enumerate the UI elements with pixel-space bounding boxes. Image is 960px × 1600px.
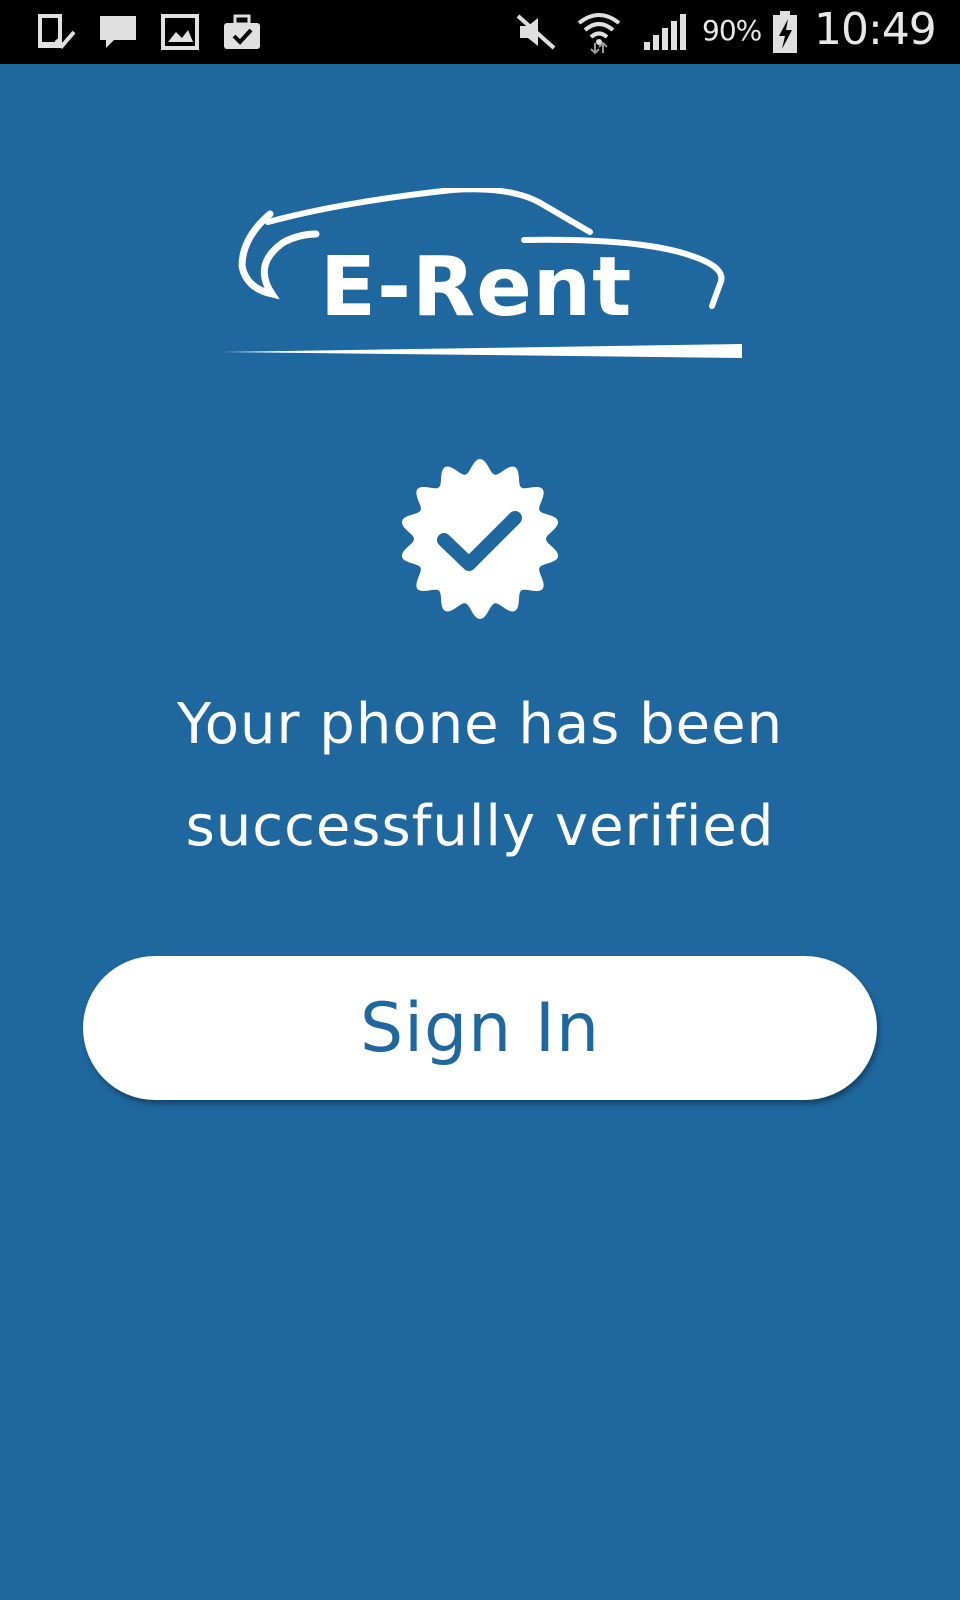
mute-icon (512, 0, 560, 64)
message-icon (96, 0, 140, 64)
clock: 10:49 (814, 4, 937, 55)
message-line-1: Your phone has been (176, 692, 784, 757)
status-bar: 90% 10:49 (0, 0, 960, 64)
sign-in-button[interactable]: Sign In (83, 956, 877, 1100)
verification-message: Your phone has been successfully verifie… (80, 674, 880, 878)
wifi-icon (574, 0, 624, 64)
logo-text: E-Rent (320, 240, 633, 335)
signal-icon (640, 0, 690, 64)
sign-in-label: Sign In (359, 988, 601, 1068)
e-rent-logo: E-Rent (222, 188, 762, 368)
message-line-2: successfully verified (185, 794, 775, 859)
battery-charging-icon (770, 0, 800, 64)
download-done-icon (34, 0, 78, 64)
briefcase-icon (220, 0, 264, 64)
gallery-icon (158, 0, 202, 64)
verified-badge-icon (389, 448, 571, 630)
battery-percent: 90% (702, 14, 762, 47)
